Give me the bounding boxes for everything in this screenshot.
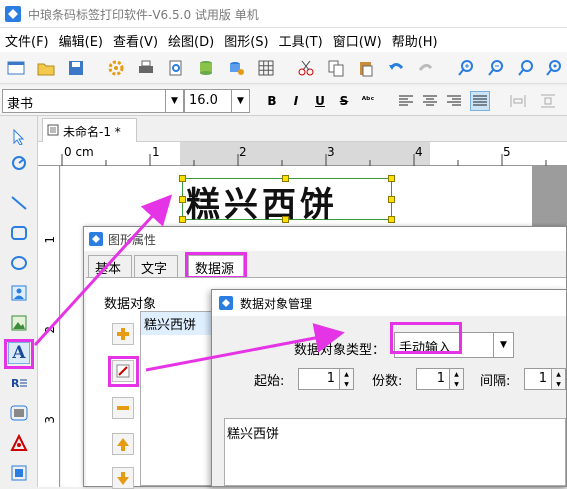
arrow-text-tool-to-label bbox=[33, 194, 173, 347]
annotation-arrows bbox=[33, 194, 345, 372]
arrow-edit-to-dialog bbox=[145, 323, 345, 372]
